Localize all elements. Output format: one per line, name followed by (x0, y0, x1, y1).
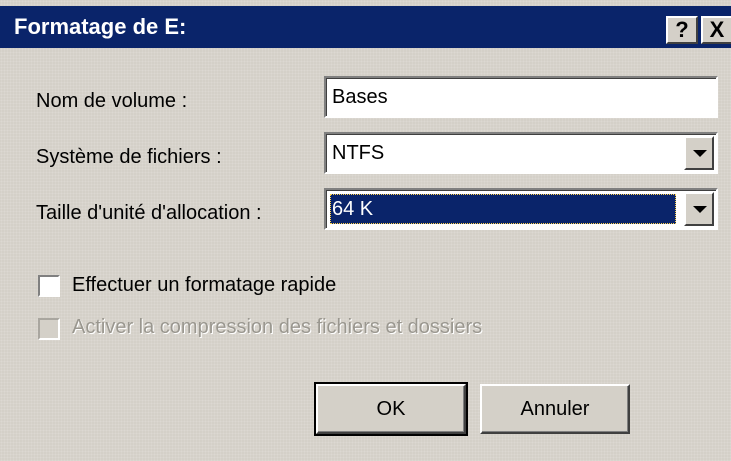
volume-name-input[interactable]: Bases (324, 76, 718, 118)
allocation-dropdown-button[interactable] (684, 192, 714, 226)
allocation-size-value: 64 K (332, 198, 374, 220)
title-bar[interactable]: Formatage de E: ? X (0, 6, 731, 48)
format-dialog: Formatage de E: ? X Nom de volume : Base… (0, 0, 731, 461)
filesystem-select[interactable]: NTFS (324, 132, 718, 174)
volume-name-value: Bases (332, 86, 388, 108)
allocation-size-label: Taille d'unité d'allocation : (36, 202, 262, 224)
volume-name-label: Nom de volume : (36, 90, 188, 112)
compression-checkbox (38, 318, 60, 340)
allocation-size-select[interactable]: 64 K (324, 188, 718, 230)
compression-label: Activer la compression des fichiers et d… (72, 316, 483, 338)
close-icon: X (709, 17, 725, 42)
quick-format-checkbox[interactable] (38, 275, 60, 297)
ok-button[interactable]: OK (314, 382, 468, 436)
help-button[interactable]: ? (666, 16, 698, 44)
help-icon: ? (675, 17, 689, 42)
filesystem-label: Système de fichiers : (36, 146, 222, 168)
close-button[interactable]: X (701, 16, 731, 44)
chevron-down-icon (693, 206, 707, 213)
filesystem-value: NTFS (332, 142, 385, 164)
filesystem-dropdown-button[interactable] (684, 136, 714, 170)
allocation-selection-highlight (330, 194, 676, 224)
cancel-button[interactable]: Annuler (480, 384, 630, 434)
chevron-down-icon (693, 150, 707, 157)
quick-format-label[interactable]: Effectuer un formatage rapide (72, 272, 336, 298)
window-title: Formatage de E: (14, 14, 187, 39)
